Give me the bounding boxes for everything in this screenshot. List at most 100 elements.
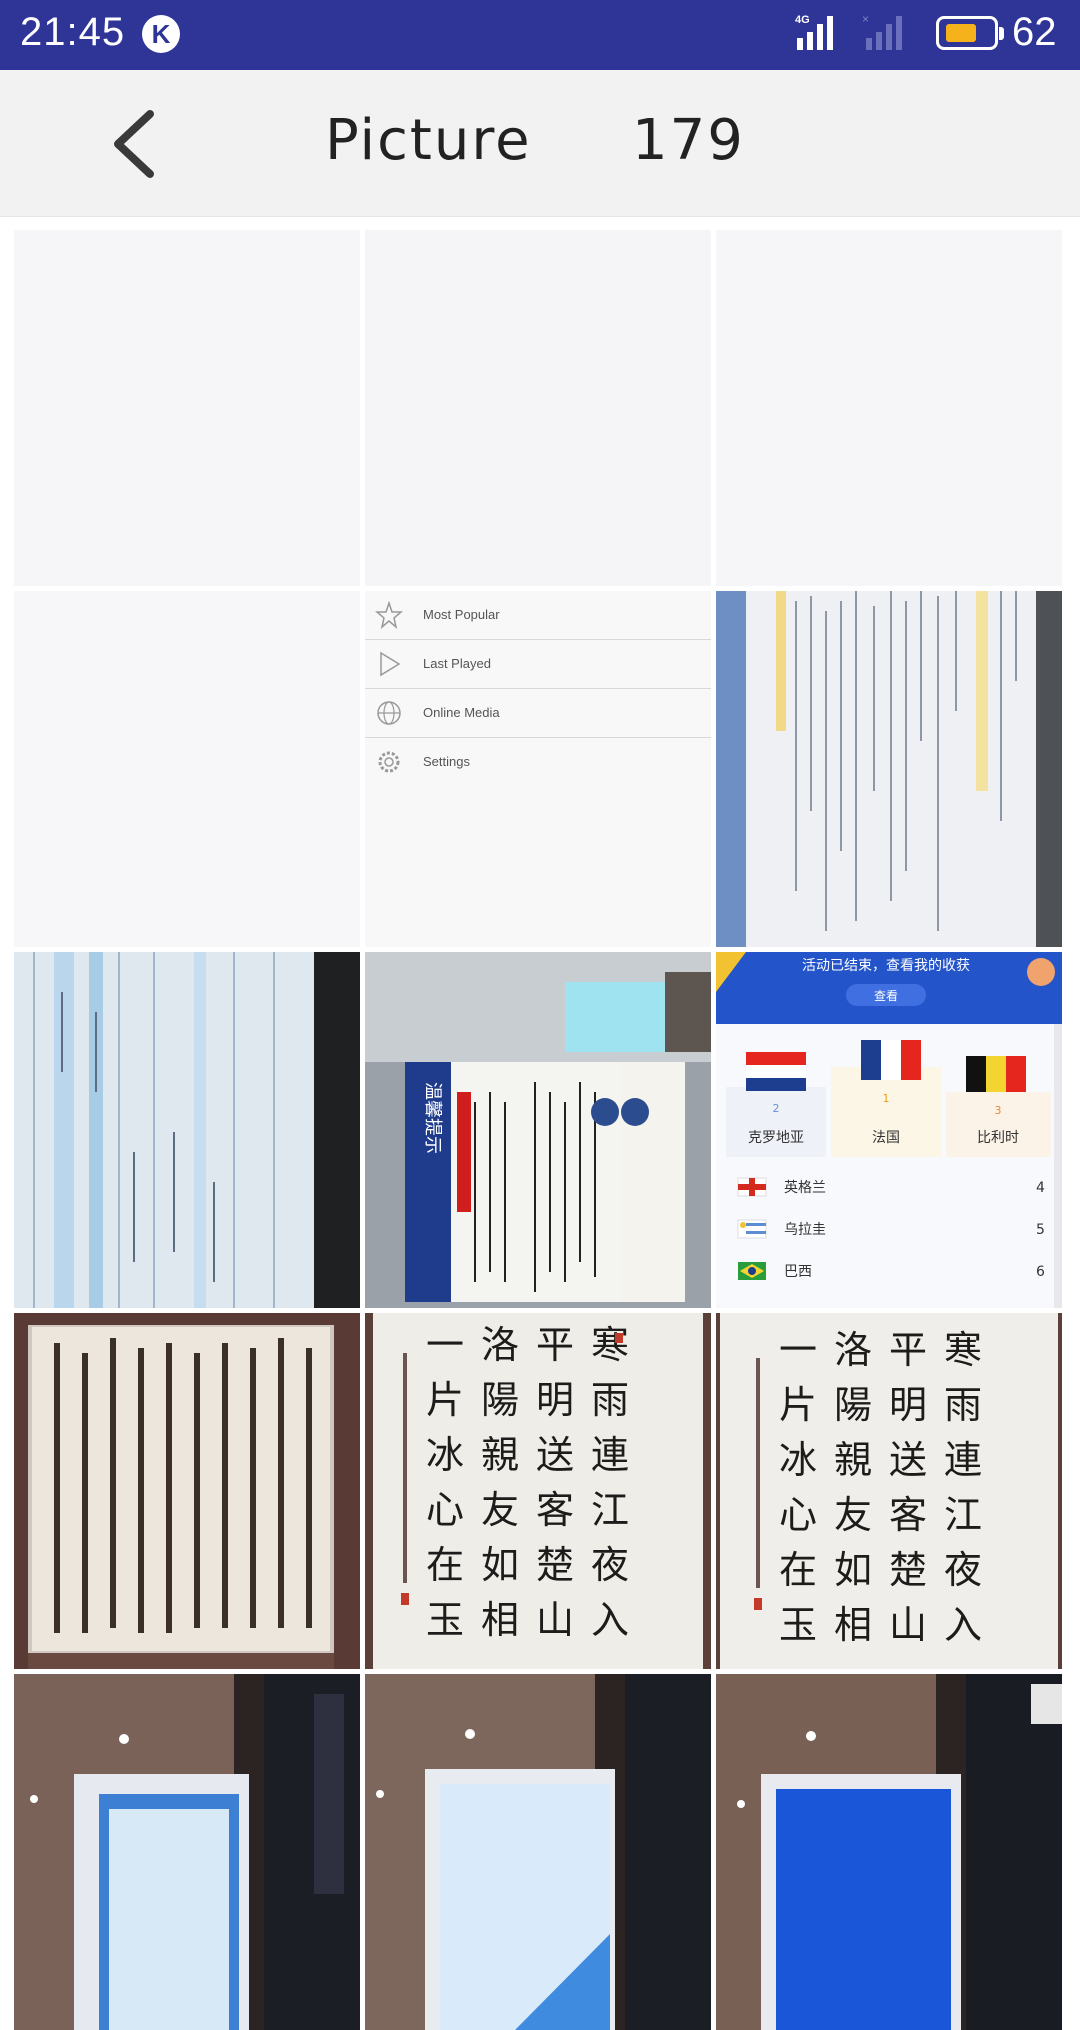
gear-icon [378, 751, 400, 773]
svg-text:温馨提示: 温馨提示 [422, 1082, 443, 1154]
menu-item: Last Played [365, 640, 711, 689]
battery-level: 62 [1012, 10, 1057, 54]
svg-text:4G: 4G [795, 14, 810, 26]
picture-thumbnail[interactable] [365, 1674, 711, 2030]
svg-text:雨: 雨 [944, 1383, 982, 1427]
svg-text:克罗地亚: 克罗地亚 [748, 1130, 804, 1146]
svg-text:友: 友 [834, 1493, 872, 1537]
picture-thumbnail[interactable] [716, 1674, 1062, 2030]
app-header: Picture 179 [0, 70, 1080, 217]
svg-text:片: 片 [426, 1378, 464, 1422]
spreadsheet-screen-photo [14, 952, 360, 1308]
notice-board-photo: 温馨提示 [365, 952, 711, 1308]
presentation-photo [14, 1674, 360, 2030]
svg-text:片: 片 [779, 1383, 817, 1427]
svg-text:寒: 寒 [944, 1328, 982, 1372]
svg-text:5: 5 [1036, 1222, 1045, 1238]
svg-text:心: 心 [779, 1493, 817, 1537]
picture-thumbnail[interactable]: 活动已结束，查看我的收获 查看 2 1 3 克罗地亚 法国 比利时 英格兰 4 … [716, 952, 1062, 1308]
status-bar: 21:45 K 4G × 62 [0, 0, 1080, 70]
svg-text:在: 在 [779, 1548, 817, 1592]
svg-text:送: 送 [536, 1433, 574, 1477]
presentation-photo [716, 1674, 1062, 2030]
svg-text:心: 心 [426, 1488, 464, 1532]
svg-text:玉: 玉 [426, 1598, 464, 1642]
svg-text:洛: 洛 [834, 1328, 872, 1372]
chevron-left-icon[interactable] [100, 104, 180, 184]
picture-thumbnail[interactable]: 一洛平寒 片陽明雨 冰親送連 心友客江 在如楚夜 玉相山入 [716, 1313, 1062, 1669]
svg-text:連: 連 [591, 1433, 629, 1477]
star-icon [375, 601, 403, 629]
svg-text:入: 入 [944, 1603, 982, 1647]
svg-text:相: 相 [834, 1603, 872, 1647]
status-time: 21:45 [20, 10, 126, 54]
svg-text:×: × [862, 12, 869, 26]
svg-text:平: 平 [536, 1323, 574, 1367]
svg-text:客: 客 [889, 1493, 927, 1537]
svg-text:冰: 冰 [426, 1433, 464, 1477]
svg-text:客: 客 [536, 1488, 574, 1532]
svg-text:比利时: 比利时 [977, 1130, 1019, 1146]
svg-text:英格兰: 英格兰 [784, 1179, 826, 1196]
calligraphy-scroll-photo [14, 1313, 360, 1669]
svg-text:1: 1 [883, 1092, 890, 1105]
svg-text:雨: 雨 [591, 1378, 629, 1422]
svg-text:4: 4 [1036, 1180, 1045, 1196]
signal-no-service-icon: × [862, 12, 902, 50]
picture-thumbnail[interactable]: 一洛平寒 片陽明雨 冰親送連 心友客江 在如楚夜 玉相山入 [365, 1313, 711, 1669]
svg-text:法国: 法国 [872, 1130, 900, 1146]
picture-count: 179 [632, 108, 745, 173]
svg-text:在: 在 [426, 1543, 464, 1587]
svg-text:6: 6 [1036, 1264, 1045, 1280]
calligraphy-poem-photo: 一洛平寒 片陽明雨 冰親送連 心友客江 在如楚夜 玉相山入 [365, 1313, 711, 1669]
svg-text:明: 明 [536, 1378, 574, 1422]
svg-text:如: 如 [834, 1548, 872, 1592]
svg-text:3: 3 [995, 1104, 1002, 1117]
svg-text:親: 親 [834, 1438, 872, 1482]
svg-text:親: 親 [481, 1433, 519, 1477]
picture-thumbnail[interactable] [14, 1674, 360, 2030]
picture-thumbnail[interactable] [716, 591, 1062, 947]
picture-thumbnail[interactable] [14, 591, 360, 947]
svg-text:友: 友 [481, 1488, 519, 1532]
svg-text:江: 江 [944, 1493, 982, 1537]
picture-thumbnail[interactable]: Most Popular Last Played Online Media Se… [365, 591, 711, 947]
svg-text:如: 如 [481, 1543, 519, 1587]
picture-thumbnail[interactable] [716, 230, 1062, 586]
svg-text:山: 山 [536, 1598, 574, 1642]
svg-text:楚: 楚 [889, 1548, 927, 1592]
picture-thumbnail[interactable] [14, 952, 360, 1308]
world-cup-screenshot: 活动已结束，查看我的收获 查看 2 1 3 克罗地亚 法国 比利时 英格兰 4 … [716, 952, 1062, 1308]
svg-text:連: 連 [944, 1438, 982, 1482]
svg-text:冰: 冰 [779, 1438, 817, 1482]
svg-text:陽: 陽 [834, 1383, 872, 1427]
k-app-icon: K [142, 15, 180, 53]
svg-text:活动已结束，查看我的收获: 活动已结束，查看我的收获 [802, 958, 970, 974]
svg-text:山: 山 [889, 1603, 927, 1647]
globe-icon [377, 701, 401, 725]
battery-icon [936, 16, 1004, 50]
svg-text:巴西: 巴西 [784, 1264, 812, 1280]
picture-thumbnail[interactable] [365, 230, 711, 586]
svg-text:一: 一 [426, 1323, 464, 1367]
svg-text:明: 明 [889, 1383, 927, 1427]
picture-thumbnail[interactable] [14, 1313, 360, 1669]
svg-text:陽: 陽 [481, 1378, 519, 1422]
svg-text:楚: 楚 [536, 1543, 574, 1587]
svg-text:一: 一 [779, 1328, 817, 1372]
play-icon [380, 651, 401, 677]
svg-text:洛: 洛 [481, 1323, 519, 1367]
signal-4g-icon: 4G [795, 14, 833, 50]
code-screen-photo [716, 591, 1062, 947]
svg-text:乌拉圭: 乌拉圭 [784, 1222, 826, 1238]
picture-thumbnail[interactable]: 温馨提示 [365, 952, 711, 1308]
menu-item: Most Popular [365, 591, 711, 640]
menu-item: Settings [365, 738, 711, 786]
svg-text:江: 江 [591, 1488, 629, 1532]
svg-text:夜: 夜 [944, 1548, 982, 1592]
svg-text:玉: 玉 [779, 1603, 817, 1647]
picture-thumbnail[interactable] [14, 230, 360, 586]
svg-text:平: 平 [889, 1328, 927, 1372]
calligraphy-poem-photo: 一洛平寒 片陽明雨 冰親送連 心友客江 在如楚夜 玉相山入 [716, 1313, 1062, 1669]
svg-text:入: 入 [591, 1598, 629, 1642]
